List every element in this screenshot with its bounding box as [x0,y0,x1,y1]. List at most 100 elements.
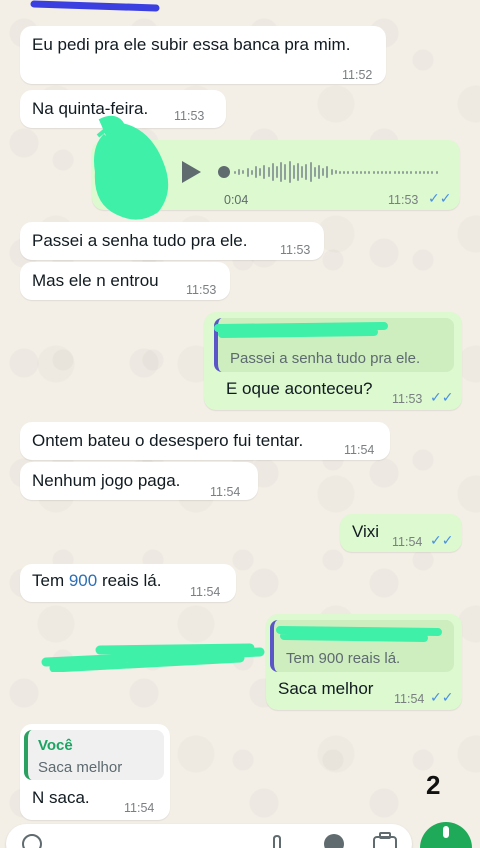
waveform-bar [372,170,375,174]
message-text-start: Tem [32,571,69,590]
message-text: Ontem bateu o desespero fui tentar. [32,431,304,450]
page-marker: 2 [426,770,441,800]
message-time: 11:54 [190,585,221,599]
waveform-bar [255,166,257,178]
waveform-bar [288,161,291,183]
mic-icon [443,826,449,838]
waveform-bar [284,164,287,180]
waveform-bar [309,162,312,182]
message-time: 11:53 [280,243,311,257]
waveform-bar [292,165,295,179]
message-incoming[interactable]: Passei a senha tudo pra ele. 11:53 [20,222,324,260]
waveform-bar [322,168,325,176]
redaction-scribble-left [41,643,265,672]
waveform-bar [297,163,299,181]
waveform-bar [339,170,341,174]
message-incoming[interactable]: Eu pedi pra ele subir essa banca pra mim… [20,26,386,84]
waveform-bar [376,170,379,174]
waveform-bar [301,166,304,178]
message-incoming-reply[interactable]: Você Saca melhor N saca. 11:54 [20,724,170,820]
message-text: Saca melhor [278,679,374,698]
waveform-bar [343,170,346,174]
waveform-bar [263,165,266,179]
waveform-bar [305,164,308,180]
message-text: N saca. [32,788,90,807]
waveform-bar [360,170,362,174]
emoji-icon[interactable] [20,832,44,848]
double-check-icon: ✓✓ [430,689,454,705]
waveform-bar [410,170,413,174]
message-time: 11:54 [210,485,241,499]
phone-number-link[interactable]: 900 [69,571,97,590]
message-text: Nenhum jogo paga. [32,471,181,490]
redaction-scribble-quote-author [214,322,388,338]
currency-icon[interactable] [322,832,346,848]
waveform-bar [414,170,417,174]
waveform-bar [313,167,316,177]
waveform-bar [318,165,320,179]
waveform-bar [276,166,278,178]
waveform-bar [397,170,400,174]
message-text: E oque aconteceu? [226,379,373,398]
waveform-bar [334,170,337,174]
message-incoming[interactable]: Nenhum jogo paga. 11:54 [20,462,258,500]
waveform-bar [246,167,249,177]
message-time: 11:52 [342,68,373,82]
waveform-bar [351,170,354,174]
attach-icon[interactable] [268,834,288,848]
redaction-scribble-avatar [94,115,169,220]
quoted-author: Você [38,737,73,754]
double-check-icon: ✓✓ [430,389,454,405]
message-time: 11:54 [124,801,155,815]
voice-waveform[interactable] [234,158,444,186]
waveform-bar [368,170,371,174]
waveform-bar [406,170,409,174]
message-text: Vixi [352,522,380,541]
waveform-bar [431,170,434,174]
message-incoming[interactable]: Tem 900 reais lá. 11:54 [20,564,236,602]
double-check-icon: ✓✓ [428,190,452,206]
waveform-bar [435,170,438,174]
message-time: 11:53 [388,193,419,207]
waveform-bar [355,170,358,174]
message-incoming[interactable]: Mas ele n entrou 11:53 [20,262,230,300]
voice-progress-dot[interactable] [218,166,230,178]
waveform-bar [393,170,396,174]
message-outgoing[interactable]: Vixi 11:54 ✓✓ [340,514,462,552]
waveform-bar [234,170,236,174]
redaction-scribble-reply-author [276,626,442,642]
waveform-bar [418,170,421,174]
waveform-bar [238,169,241,175]
waveform-bar [347,170,350,174]
waveform-bar [423,170,425,174]
waveform-bar [385,170,388,174]
message-incoming[interactable]: Ontem bateu o desespero fui tentar. 11:5… [20,422,390,460]
message-text-end: reais lá. [97,571,162,590]
waveform-bar [242,170,245,174]
voice-duration: 0:04 [224,193,249,207]
message-text: Mas ele n entrou [32,271,159,290]
play-icon[interactable] [180,160,202,184]
message-text: Eu pedi pra ele subir essa banca pra mim… [32,35,351,54]
waveform-bar [364,170,367,174]
message-time: 11:54 [394,692,425,706]
quoted-text: Tem 900 reais lá. [286,650,401,667]
waveform-bar [271,163,274,181]
waveform-bar [381,170,383,174]
waveform-bar [267,167,270,177]
camera-icon[interactable] [372,832,398,848]
waveform-bar [280,162,283,182]
double-check-icon: ✓✓ [430,532,454,548]
message-text: Tem 900 reais lá. [32,570,161,592]
message-composer[interactable] [6,824,412,848]
message-time: 11:54 [344,443,375,457]
waveform-bar [402,170,404,174]
message-time: 11:53 [392,392,423,406]
waveform-bar [427,170,430,174]
waveform-bar [389,170,392,174]
waveform-bar [250,169,253,175]
waveform-bar [259,168,262,176]
waveform-bar [326,166,329,178]
quoted-text: Saca melhor [38,759,123,776]
quoted-message[interactable]: Você Saca melhor [24,730,164,780]
